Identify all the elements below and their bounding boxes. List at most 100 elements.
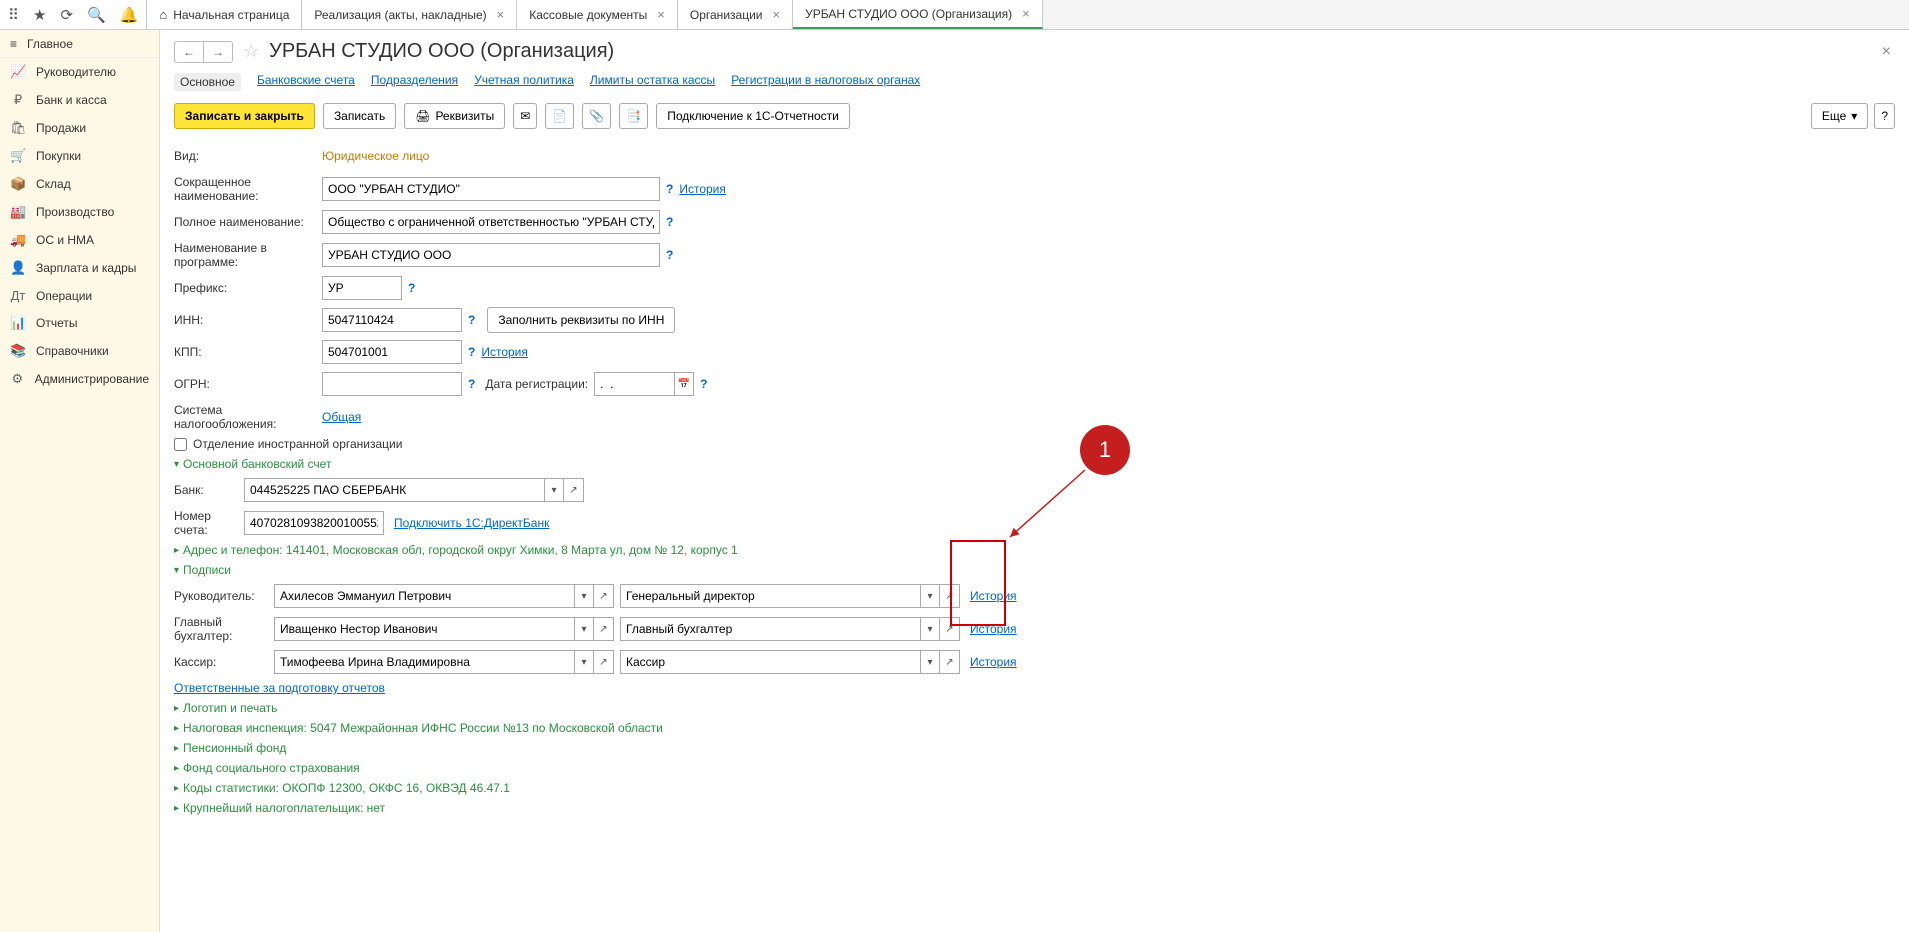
- sidebar-item[interactable]: 📊Отчеты: [0, 309, 159, 337]
- close-icon[interactable]: ×: [772, 7, 780, 22]
- history-link-accountant[interactable]: История: [970, 622, 1017, 636]
- history-link-cashier[interactable]: История: [970, 655, 1017, 669]
- section-toggle[interactable]: Крупнейший налогоплательщик: нет: [174, 801, 1895, 815]
- file-button[interactable]: 📄: [545, 103, 574, 129]
- dropdown-icon[interactable]: ▾: [544, 478, 564, 502]
- bell-icon[interactable]: 🔔: [120, 6, 139, 24]
- close-icon[interactable]: ×: [497, 7, 505, 22]
- help-icon[interactable]: ?: [666, 215, 673, 229]
- save-close-button[interactable]: Записать и закрыть: [174, 103, 315, 129]
- requisites-button[interactable]: 🖨Реквизиты: [404, 103, 505, 129]
- star-icon[interactable]: ★: [33, 6, 46, 24]
- short-name-input[interactable]: [322, 177, 660, 201]
- fill-by-inn-button[interactable]: Заполнить реквизиты по ИНН: [487, 307, 675, 333]
- account-input[interactable]: [244, 511, 384, 535]
- section-toggle[interactable]: Коды статистики: ОКОПФ 12300, ОКФС 16, О…: [174, 781, 1895, 795]
- close-icon[interactable]: ×: [1022, 6, 1030, 21]
- subnav-item[interactable]: Основное: [174, 73, 241, 91]
- help-icon[interactable]: ?: [468, 345, 475, 359]
- section-toggle[interactable]: Логотип и печать: [174, 701, 1895, 715]
- subnav-item[interactable]: Банковские счета: [257, 73, 355, 91]
- section-toggle[interactable]: Фонд социального страхования: [174, 761, 1895, 775]
- open-icon[interactable]: ↗: [594, 650, 614, 674]
- help-icon[interactable]: ?: [468, 377, 475, 391]
- prefix-input[interactable]: [322, 276, 402, 300]
- dropdown-icon[interactable]: ▾: [920, 584, 940, 608]
- sidebar-item[interactable]: ДтОперации: [0, 282, 159, 309]
- dropdown-icon[interactable]: ▾: [920, 617, 940, 641]
- refresh-icon[interactable]: ⟳: [60, 6, 73, 24]
- bank-input[interactable]: [244, 478, 544, 502]
- search-icon[interactable]: 🔍: [87, 6, 106, 24]
- sidebar-item[interactable]: ₽Банк и касса: [0, 86, 159, 114]
- head-pos-input[interactable]: [620, 584, 920, 608]
- sidebar-item[interactable]: 🛍Продажи: [0, 114, 159, 142]
- ogrn-input[interactable]: [322, 372, 462, 396]
- history-link[interactable]: История: [679, 182, 726, 196]
- dropdown-icon[interactable]: ▾: [920, 650, 940, 674]
- help-icon[interactable]: ?: [700, 377, 707, 391]
- signs-section-toggle[interactable]: Подписи: [174, 563, 1895, 577]
- reg-date-input[interactable]: [594, 372, 674, 396]
- nav-back-icon[interactable]: ←: [175, 42, 204, 62]
- cashier-input[interactable]: [274, 650, 574, 674]
- subnav-item[interactable]: Регистрации в налоговых органах: [731, 73, 920, 91]
- more-button[interactable]: Еще ▾: [1811, 103, 1868, 129]
- accountant-pos-input[interactable]: [620, 617, 920, 641]
- tab[interactable]: Реализация (акты, накладные)×: [302, 0, 517, 29]
- help-button[interactable]: ?: [1874, 103, 1895, 129]
- sidebar-item[interactable]: 🏭Производство: [0, 198, 159, 226]
- dropdown-icon[interactable]: ▾: [574, 650, 594, 674]
- dropdown-icon[interactable]: ▾: [574, 584, 594, 608]
- bank-section-toggle[interactable]: Основной банковский счет: [174, 457, 1895, 471]
- open-icon[interactable]: ↗: [940, 584, 960, 608]
- close-icon[interactable]: ×: [657, 7, 665, 22]
- sidebar-item[interactable]: 🛒Покупки: [0, 142, 159, 170]
- report-button[interactable]: 📑: [619, 103, 648, 129]
- section-toggle[interactable]: Налоговая инспекция: 5047 Межрайонная ИФ…: [174, 721, 1895, 735]
- close-page-icon[interactable]: ×: [1882, 43, 1895, 61]
- tax-value[interactable]: Общая: [322, 410, 361, 424]
- responsible-link[interactable]: Ответственные за подготовку отчетов: [174, 681, 385, 695]
- prog-name-input[interactable]: [322, 243, 660, 267]
- dropdown-icon[interactable]: ▾: [574, 617, 594, 641]
- cashier-pos-input[interactable]: [620, 650, 920, 674]
- directbank-link[interactable]: Подключить 1С:ДиректБанк: [394, 516, 549, 530]
- sidebar-item[interactable]: 📦Склад: [0, 170, 159, 198]
- head-input[interactable]: [274, 584, 574, 608]
- open-icon[interactable]: ↗: [594, 584, 614, 608]
- open-icon[interactable]: ↗: [940, 617, 960, 641]
- inn-input[interactable]: [322, 308, 462, 332]
- full-name-input[interactable]: [322, 210, 660, 234]
- favorite-star-icon[interactable]: ☆: [243, 41, 259, 62]
- save-button[interactable]: Записать: [323, 103, 396, 129]
- sidebar-item[interactable]: 📈Руководителю: [0, 58, 159, 86]
- attach-button[interactable]: 📎: [582, 103, 611, 129]
- subnav-item[interactable]: Лимиты остатка кассы: [590, 73, 715, 91]
- address-section-toggle[interactable]: Адрес и телефон: 141401, Московская обл,…: [174, 543, 1895, 557]
- sidebar-item[interactable]: 📚Справочники: [0, 337, 159, 365]
- tab[interactable]: Организации×: [678, 0, 793, 29]
- connect-1c-button[interactable]: Подключение к 1С-Отчетности: [656, 103, 850, 129]
- open-icon[interactable]: ↗: [564, 478, 584, 502]
- help-icon[interactable]: ?: [666, 182, 673, 196]
- sidebar-item[interactable]: ⚙Администрирование: [0, 365, 159, 393]
- foreign-branch-checkbox[interactable]: [174, 438, 187, 451]
- accountant-input[interactable]: [274, 617, 574, 641]
- mail-button[interactable]: ✉: [513, 103, 537, 129]
- apps-icon[interactable]: ⠿: [8, 6, 19, 24]
- tab[interactable]: Кассовые документы×: [517, 0, 678, 29]
- open-icon[interactable]: ↗: [940, 650, 960, 674]
- vid-value[interactable]: Юридическое лицо: [322, 149, 429, 163]
- section-toggle[interactable]: Пенсионный фонд: [174, 741, 1895, 755]
- subnav-item[interactable]: Подразделения: [371, 73, 458, 91]
- open-icon[interactable]: ↗: [594, 617, 614, 641]
- nav-forward-icon[interactable]: →: [204, 42, 232, 62]
- help-icon[interactable]: ?: [468, 313, 475, 327]
- history-link-head[interactable]: История: [970, 589, 1017, 603]
- kpp-input[interactable]: [322, 340, 462, 364]
- calendar-icon[interactable]: 📅: [674, 372, 694, 396]
- history-link[interactable]: История: [481, 345, 528, 359]
- sidebar-item[interactable]: 🚚ОС и НМА: [0, 226, 159, 254]
- sidebar-toggle[interactable]: ≡ Главное: [0, 30, 159, 58]
